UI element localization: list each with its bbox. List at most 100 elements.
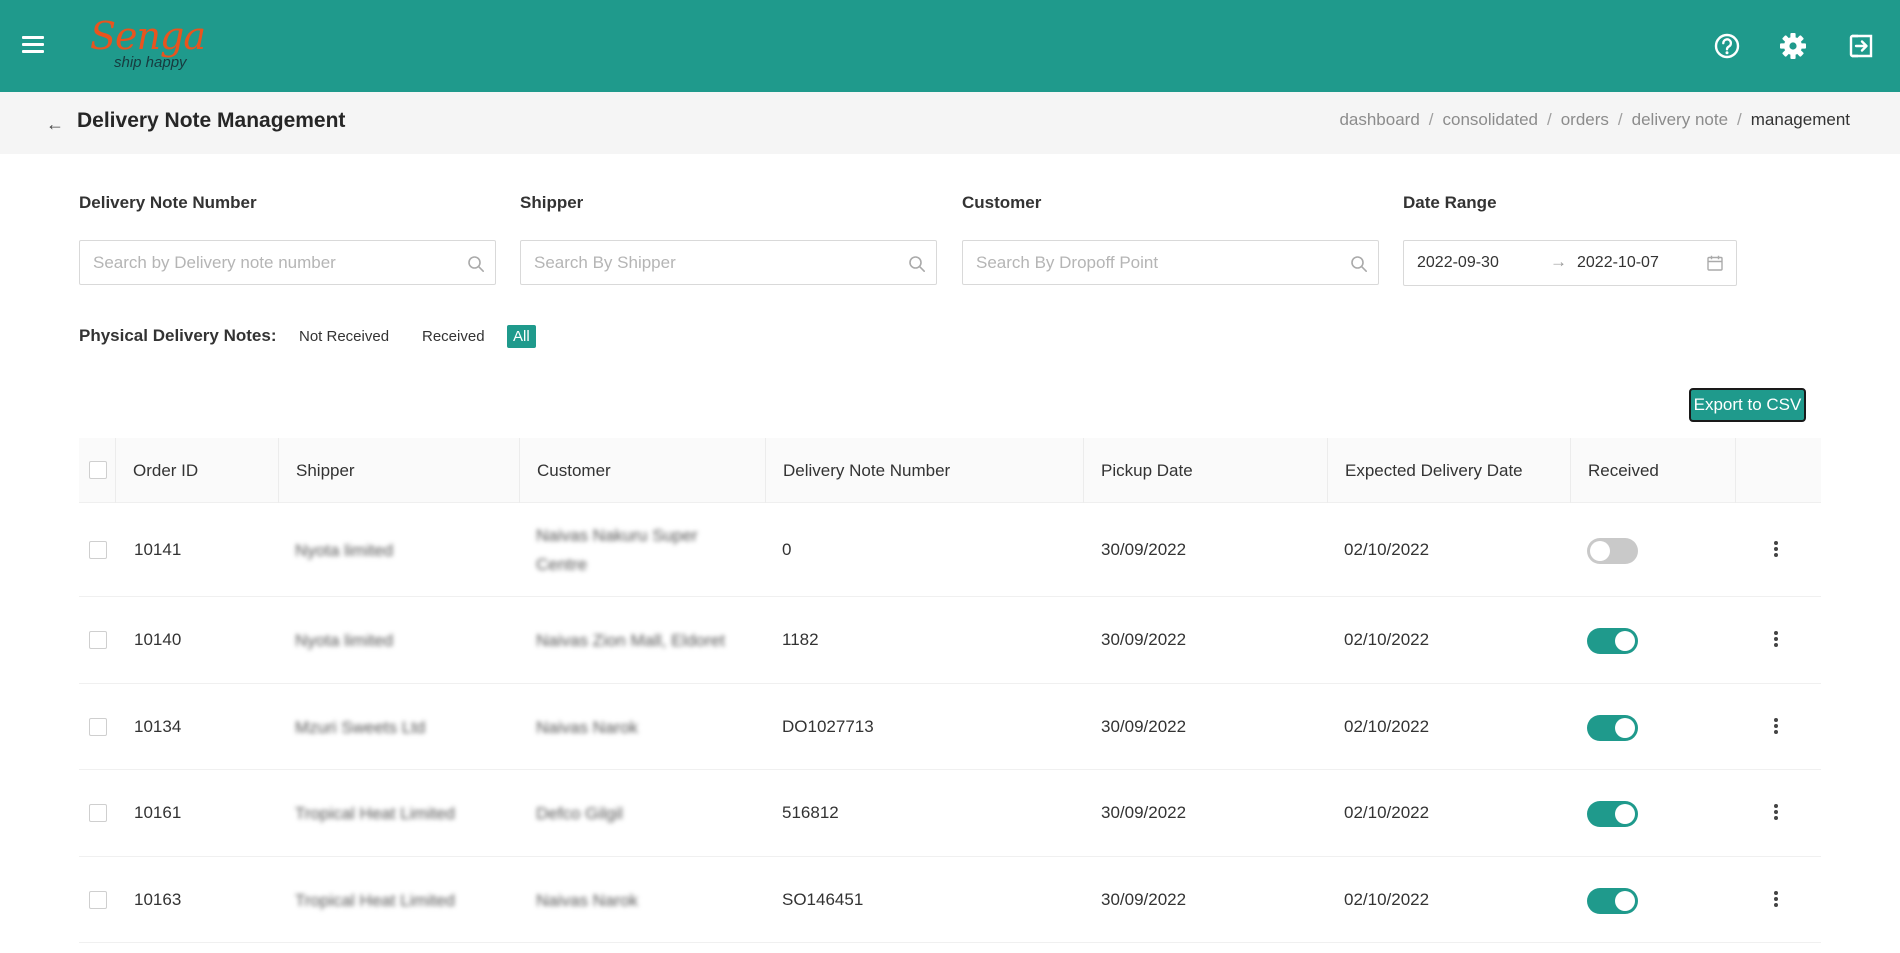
toggle-knob [1615, 631, 1635, 651]
help-icon[interactable] [1711, 30, 1743, 62]
customer-search [962, 240, 1379, 285]
date-range-start[interactable]: 2022-09-30 [1417, 254, 1499, 272]
breadcrumb-separator: / [1428, 110, 1434, 129]
column-expected-delivery-date[interactable]: Expected Delivery Date [1327, 438, 1523, 503]
cell-shipper: Mzuri Sweets Ltd [295, 718, 426, 737]
more-options-icon[interactable] [1766, 539, 1786, 563]
date-range-picker[interactable]: 2022-09-30 → 2022-10-07 [1403, 240, 1737, 286]
cell-customer: Naivas Narok [536, 718, 639, 737]
breadcrumb-consolidated[interactable]: consolidated [1443, 110, 1538, 129]
breadcrumb-separator: / [1617, 110, 1623, 129]
column-delivery-note-number[interactable]: Delivery Note Number [765, 438, 950, 503]
gear-icon[interactable] [1777, 30, 1809, 62]
received-toggle[interactable] [1587, 715, 1638, 741]
table-row: 10134 Mzuri Sweets Ltd Naivas Narok DO10… [79, 684, 1821, 770]
cell-order-id: 10163 [134, 890, 182, 909]
row-checkbox[interactable] [89, 804, 107, 822]
more-options-icon[interactable] [1766, 802, 1786, 826]
shipper-filter-label: Shipper [520, 193, 584, 212]
cell-customer: Naivas Narok [536, 891, 639, 910]
column-divider [1735, 438, 1736, 503]
top-app-bar: Senga ship happy [0, 0, 1900, 92]
table-row: 10163 Tropical Heat Limited Naivas Narok… [79, 857, 1821, 943]
cell-pickup-date: 30/09/2022 [1101, 803, 1187, 822]
table-row: 10161 Tropical Heat Limited Defco Gilgil… [79, 770, 1821, 857]
cell-expected-delivery-date: 02/10/2022 [1344, 717, 1430, 736]
breadcrumb-orders[interactable]: orders [1561, 110, 1609, 129]
export-csv-button[interactable]: Export to CSV [1689, 388, 1806, 422]
delivery-note-search [79, 240, 496, 285]
cell-pickup-date: 30/09/2022 [1101, 890, 1187, 909]
column-received[interactable]: Received [1570, 438, 1659, 503]
toggle-knob [1615, 718, 1635, 738]
received-toggle[interactable] [1587, 801, 1638, 827]
date-range-label: Date Range [1403, 193, 1497, 212]
breadcrumb: dashboard / consolidated / orders / delivery n… [1339, 110, 1850, 130]
cell-delivery-note-number: 0 [782, 540, 792, 559]
column-customer[interactable]: Customer [519, 438, 611, 503]
date-range-end[interactable]: 2022-10-07 [1577, 254, 1659, 272]
row-checkbox[interactable] [89, 541, 107, 559]
row-checkbox[interactable] [89, 718, 107, 736]
cell-delivery-note-number: 516812 [782, 803, 839, 822]
row-checkbox[interactable] [89, 631, 107, 649]
breadcrumb-separator: / [1546, 110, 1552, 129]
table-header: Order ID Shipper Customer Delivery Note … [79, 438, 1821, 503]
cell-expected-delivery-date: 02/10/2022 [1344, 890, 1430, 909]
more-options-icon[interactable] [1766, 716, 1786, 740]
cell-order-id: 10161 [134, 803, 182, 822]
column-pickup-date[interactable]: Pickup Date [1083, 438, 1193, 503]
search-icon [468, 256, 484, 272]
filter-received[interactable]: Received [416, 325, 491, 348]
more-options-icon[interactable] [1766, 629, 1786, 653]
cell-shipper: Tropical Heat Limited [295, 804, 455, 823]
shipper-search-input[interactable] [521, 241, 936, 284]
cell-delivery-note-number: SO146451 [782, 890, 864, 909]
senga-logo[interactable]: Senga ship happy [80, 14, 206, 80]
received-toggle[interactable] [1587, 538, 1638, 564]
physical-notes-label: Physical Delivery Notes: [79, 326, 277, 345]
received-toggle[interactable] [1587, 628, 1638, 654]
table-row: 10141 Nyota limited Naivas Nakuru Super … [79, 503, 1821, 597]
calendar-icon [1707, 255, 1723, 271]
breadcrumb-delivery-note[interactable]: delivery note [1632, 110, 1728, 129]
toggle-knob [1615, 804, 1635, 824]
cell-customer: Naivas Zion Mall, Eldoret [536, 631, 725, 650]
row-checkbox[interactable] [89, 891, 107, 909]
cell-delivery-note-number: 1182 [782, 630, 819, 649]
cell-pickup-date: 30/09/2022 [1101, 630, 1187, 649]
cell-shipper: Tropical Heat Limited [295, 891, 455, 910]
customer-search-input[interactable] [963, 241, 1378, 284]
table-row: 10140 Nyota limited Naivas Zion Mall, El… [79, 597, 1821, 684]
cell-pickup-date: 30/09/2022 [1101, 540, 1187, 559]
cell-delivery-note-number: DO1027713 [782, 717, 874, 736]
back-arrow-icon[interactable]: ← [46, 114, 64, 135]
cell-expected-delivery-date: 02/10/2022 [1344, 540, 1430, 559]
column-order-id[interactable]: Order ID [115, 438, 198, 503]
cell-expected-delivery-date: 02/10/2022 [1344, 803, 1430, 822]
more-options-icon[interactable] [1766, 889, 1786, 913]
shipper-search [520, 240, 937, 285]
filter-all[interactable]: All [507, 325, 536, 348]
filter-not-received[interactable]: Not Received [293, 325, 395, 348]
toggle-knob [1615, 891, 1635, 911]
received-toggle[interactable] [1587, 888, 1638, 914]
cell-customer: Naivas Nakuru Super Centre [536, 526, 698, 574]
cell-shipper: Nyota limited [295, 631, 394, 650]
cell-shipper: Nyota limited [295, 541, 394, 560]
logout-icon[interactable] [1845, 30, 1877, 62]
cell-order-id: 10134 [134, 717, 182, 736]
menu-icon[interactable] [22, 32, 52, 60]
breadcrumb-management: management [1750, 110, 1850, 129]
toggle-knob [1590, 541, 1610, 561]
logo-tagline: ship happy [114, 54, 187, 71]
delivery-note-filter-label: Delivery Note Number [79, 193, 257, 212]
delivery-note-search-input[interactable] [80, 241, 495, 284]
breadcrumb-dashboard[interactable]: dashboard [1339, 110, 1419, 129]
search-icon [909, 256, 925, 272]
page-title: Delivery Note Management [77, 109, 346, 132]
column-shipper[interactable]: Shipper [278, 438, 355, 503]
customer-filter-label: Customer [962, 193, 1042, 212]
select-all-checkbox[interactable] [89, 461, 107, 479]
logo-wordmark: Senga [90, 14, 206, 58]
